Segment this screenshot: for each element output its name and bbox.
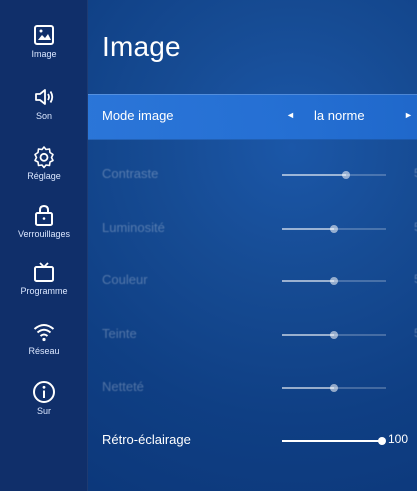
arrow-right-icon[interactable]: ► [404,110,413,120]
setting-row[interactable]: Contraste 50 [102,162,417,186]
setting-row[interactable]: Netteté [102,375,417,399]
setting-row[interactable]: Luminosité 50 [102,216,417,240]
info-icon [32,380,56,404]
wifi-icon [32,320,56,344]
sidebar-item-verrouillages[interactable]: Verrouillages [0,203,88,239]
slider-knob[interactable] [330,277,338,285]
slider-knob[interactable] [378,437,386,445]
picture-icon [32,23,56,47]
sidebar-item-label: Programme [20,286,68,296]
setting-slider[interactable] [282,384,386,392]
sidebar-item-sur[interactable]: Sur [0,380,88,416]
sidebar-item-label: Sur [36,406,51,416]
sidebar-item-label: Image [31,49,57,59]
sidebar-item-son[interactable]: Son [0,85,88,121]
tv-icon [32,260,56,284]
slider-fill [282,387,334,389]
setting-label: Luminosité [102,220,165,235]
arrow-left-icon[interactable]: ◄ [286,110,295,120]
sidebar-item-reglage[interactable]: Réglage [0,145,88,181]
sidebar-item-programme[interactable]: Programme [0,260,88,296]
setting-label: Teinte [102,326,137,341]
setting-label: Contraste [102,166,159,181]
picture-mode-selector[interactable]: Mode image ◄ la norme ► [102,108,417,128]
slider-knob[interactable] [342,171,350,179]
slider-knob[interactable] [330,225,338,233]
setting-row[interactable]: Couleur 50 [102,268,417,292]
sidebar: Image Son Réglage Verrouillages Programm… [0,0,88,491]
backlight-slider[interactable] [282,437,386,445]
page-title: Image [102,31,181,62]
setting-row[interactable]: Teinte 50 [102,322,417,346]
speaker-icon [32,85,56,109]
sidebar-item-reseau[interactable]: Réseau [0,320,88,356]
slider-fill [282,228,334,230]
sidebar-item-label: Son [35,111,52,121]
setting-slider[interactable] [282,225,386,233]
setting-slider[interactable] [282,277,386,285]
slider-fill [282,280,334,282]
sidebar-item-label: Verrouillages [17,229,71,239]
backlight-label: Rétro-éclairage [102,432,191,447]
backlight-row[interactable]: Rétro-éclairage 100 [102,428,417,452]
setting-slider[interactable] [282,331,386,339]
gear-icon [32,145,56,169]
slider-fill [282,174,346,176]
slider-knob[interactable] [330,331,338,339]
sidebar-item-label: Réseau [28,346,60,356]
setting-label: Netteté [102,379,144,394]
slider-fill [282,440,382,442]
lock-icon [32,203,56,227]
setting-slider[interactable] [282,171,386,179]
sidebar-item-label: Réglage [27,171,61,181]
picture-mode-value: la norme [314,108,365,123]
picture-mode-label: Mode image [102,108,174,123]
slider-knob[interactable] [330,384,338,392]
setting-label: Couleur [102,272,148,287]
slider-fill [282,334,334,336]
backlight-value: 100 [388,432,409,446]
sidebar-item-image[interactable]: Image [0,23,88,59]
